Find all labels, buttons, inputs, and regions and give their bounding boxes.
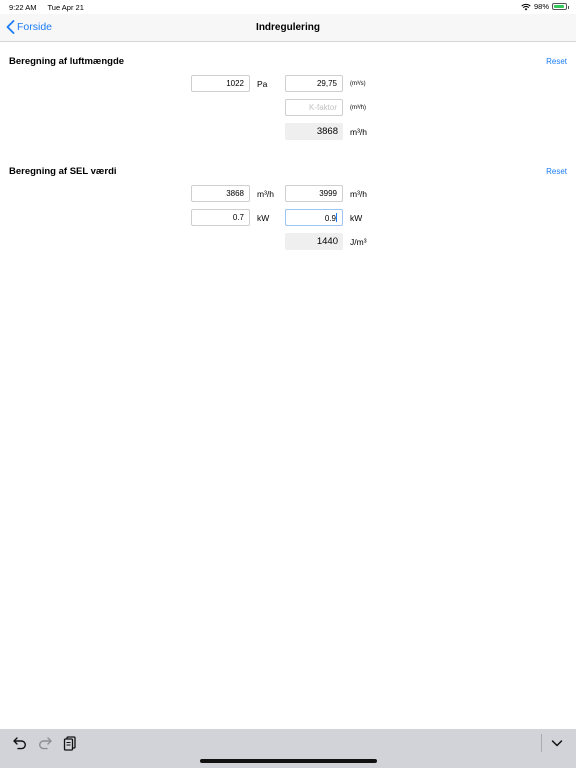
section-title-sel: Beregning af SEL værdi bbox=[9, 166, 117, 177]
power-input-1[interactable]: 0.7 bbox=[191, 209, 250, 226]
navigation-bar: Forside Indregulering bbox=[0, 14, 576, 42]
airflow-input-2[interactable]: 3999 bbox=[285, 185, 343, 202]
status-date: Tue Apr 21 bbox=[47, 3, 84, 12]
redo-icon[interactable] bbox=[37, 735, 53, 751]
power-unit-1: kW bbox=[257, 213, 270, 223]
reset-button-airflow[interactable]: Reset bbox=[546, 57, 567, 66]
sel-result-unit: J/m³ bbox=[350, 237, 367, 247]
sel-result: 1440 bbox=[285, 233, 343, 250]
section-title-airflow: Beregning af luftmængde bbox=[9, 56, 125, 67]
page-title: Indregulering bbox=[256, 22, 320, 33]
chevron-down-icon[interactable] bbox=[549, 735, 565, 751]
pressure-input[interactable]: 1022 bbox=[191, 75, 250, 92]
airflow-input-1[interactable]: 3868 bbox=[191, 185, 250, 202]
power-input-2[interactable]: 0.9 bbox=[285, 209, 343, 226]
flow-coefficient-input[interactable]: 29,75 bbox=[285, 75, 343, 92]
kfactor-input[interactable]: K-faktor bbox=[285, 99, 343, 116]
paste-icon[interactable] bbox=[62, 735, 78, 751]
home-indicator[interactable] bbox=[200, 759, 377, 763]
flow-coefficient-unit: (m³/s) bbox=[350, 81, 366, 87]
status-time: 9:22 AM bbox=[9, 3, 37, 12]
power-unit-2: kW bbox=[350, 213, 363, 223]
reset-button-sel[interactable]: Reset bbox=[546, 167, 567, 176]
airflow-unit-1: m³/h bbox=[257, 189, 274, 199]
airflow-unit-2: m³/h bbox=[350, 189, 367, 199]
airflow-result-unit: m³/h bbox=[350, 127, 367, 137]
toolbar-divider bbox=[541, 734, 542, 752]
kfactor-unit: (m³/h) bbox=[350, 105, 366, 111]
status-bar: 9:22 AM Tue Apr 21 98% bbox=[0, 0, 576, 14]
wifi-icon bbox=[521, 3, 531, 10]
pressure-unit: Pa bbox=[257, 79, 268, 89]
battery-percent: 98% bbox=[533, 2, 549, 11]
power-input-2-value: 0.9 bbox=[324, 214, 336, 223]
undo-icon[interactable] bbox=[12, 735, 28, 751]
airflow-result: 3868 bbox=[285, 123, 343, 140]
text-cursor bbox=[336, 213, 337, 222]
battery-icon bbox=[552, 3, 569, 10]
